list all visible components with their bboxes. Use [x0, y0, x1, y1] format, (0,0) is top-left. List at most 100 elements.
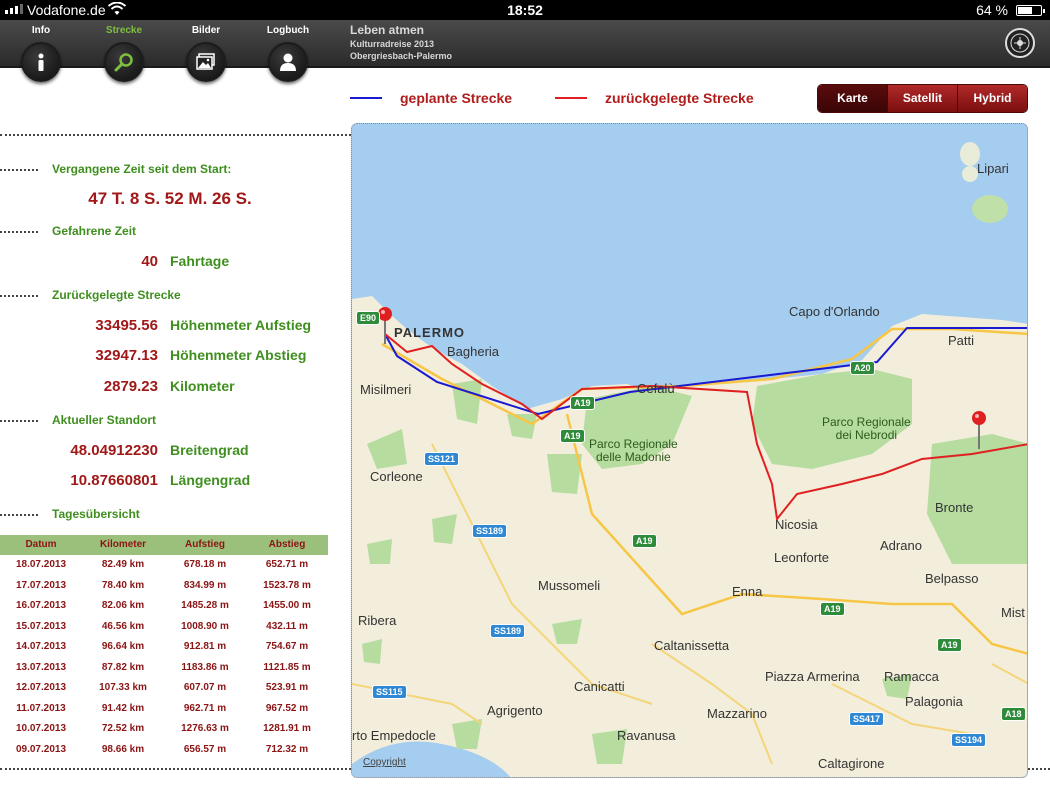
map-label: Patti [948, 333, 975, 348]
cell-date: 10.07.2013 [15, 723, 67, 734]
road-shield: A19 [820, 602, 845, 616]
status-bar: Vodafone.de 18:52 64 % [0, 0, 1050, 20]
table-body: 18.07.2013 82.49 km 678.18 m 652.71 m 17.07.… [0, 555, 328, 760]
map-type-satellit[interactable]: Satellit [887, 85, 957, 112]
map-label: Caltanissetta [654, 638, 730, 653]
cell-descent: 967.52 m [265, 702, 309, 714]
cell-date: 12.07.2013 [15, 682, 67, 693]
cell-ascent: 962.71 m [183, 702, 227, 714]
cell-date: 15.07.2013 [15, 620, 67, 632]
col-aufstieg: Aufstieg [185, 539, 225, 550]
cell-km: 107.33 km [99, 682, 147, 693]
map-label: Leonforte [774, 550, 829, 565]
person-icon [268, 42, 308, 82]
road-shield: SS189 [472, 524, 508, 538]
map-label: Enna [732, 584, 763, 599]
latitude-value: 48.04912230 [70, 442, 158, 459]
tab-strecke[interactable]: Strecke [89, 20, 159, 90]
cell-km: 82.06 km [101, 600, 145, 611]
daily-table: Datum Kilometer Aufstieg Abstieg 18.07.2… [0, 535, 328, 760]
cell-descent: 1455.00 m [263, 600, 311, 611]
ascent-row: 33495.56 Höhenmeter Aufstieg [0, 317, 340, 337]
col-kilometer: Kilometer [99, 539, 147, 550]
map-label: Adrano [880, 538, 922, 553]
cell-descent: 523.91 m [265, 682, 309, 693]
table-row: 10.07.2013 72.52 km 1276.63 m 1281.91 m [0, 719, 328, 740]
tab-logbuch[interactable]: Logbuch [253, 20, 323, 90]
col-datum: Datum [25, 539, 57, 550]
longitude-value: 10.87660801 [70, 472, 158, 489]
cell-ascent: 912.81 m [183, 641, 227, 652]
legend-traveled-label: zurückgelegte Strecke [605, 90, 754, 106]
descent-unit: Höhenmeter Abstieg [170, 347, 307, 363]
map-type-karte[interactable]: Karte [818, 85, 887, 112]
cell-ascent: 1485.28 m [181, 600, 229, 611]
map-label: Ravanusa [617, 728, 676, 743]
road-shield: A19 [570, 396, 595, 410]
ascent-value: 33495.56 [95, 317, 158, 334]
map-type-segmented-control: Karte Satellit Hybrid [817, 84, 1028, 113]
cell-km: 72.52 km [101, 723, 145, 734]
descent-row: 32947.13 Höhenmeter Abstieg [0, 347, 340, 367]
battery-percent: 64 % [976, 2, 1008, 18]
cell-km: 98.66 km [101, 743, 145, 755]
cell-ascent: 1183.86 m [181, 661, 229, 673]
col-abstieg: Abstieg [268, 539, 306, 550]
road-shield: A19 [632, 534, 657, 548]
driven-row: 40 Fahrtage [0, 253, 340, 273]
trip-route: Obergriesbach-Palermo [350, 51, 453, 61]
trip-subtitle: Kulturradreise 2013 [350, 39, 435, 49]
map-label: rto Empedocle [352, 728, 436, 743]
route-map[interactable]: Lipari Capo d'Orlando PALERMO Patti Bagh… [351, 123, 1028, 778]
road-shield: E90 [356, 311, 381, 325]
legend-planned-label: geplante Strecke [400, 90, 513, 106]
cell-descent: 1281.91 m [263, 723, 311, 734]
map-label: Belpasso [925, 571, 979, 586]
longitude-row: 10.87660801 Längengrad [0, 472, 340, 492]
ascent-unit: Höhenmeter Aufstieg [170, 317, 312, 333]
tab-logbuch-label: Logbuch [266, 25, 310, 36]
cell-descent: 1121.85 m [263, 661, 311, 673]
road-shield: SS417 [849, 712, 885, 726]
cell-km: 91.42 km [101, 702, 145, 714]
map-park-label: Parco Regionale delle Madonie [589, 437, 678, 464]
table-row: 18.07.2013 82.49 km 678.18 m 652.71 m [0, 555, 328, 576]
cell-descent: 712.32 m [265, 743, 309, 755]
km-value: 2879.23 [103, 378, 158, 395]
latitude-row: 48.04912230 Breitengrad [0, 442, 340, 462]
cell-descent: 754.67 m [265, 641, 309, 652]
cell-date: 09.07.2013 [15, 743, 67, 755]
map-label: Misilmeri [360, 382, 412, 397]
map-label: Palagonia [905, 694, 963, 709]
map-label: Lipari [977, 161, 1009, 176]
road-shield: SS115 [372, 685, 407, 699]
cell-date: 14.07.2013 [15, 641, 67, 652]
table-row: 15.07.2013 46.56 km 1008.90 m 432.11 m [0, 617, 328, 638]
divider [0, 768, 351, 770]
map-label: Bagheria [447, 344, 500, 359]
cell-km: 96.64 km [101, 641, 145, 652]
copyright-link[interactable]: Copyright [363, 757, 406, 768]
cell-date: 17.07.2013 [15, 579, 67, 591]
tab-info[interactable]: Info [6, 20, 76, 90]
map-label: Mist [1001, 605, 1025, 620]
cell-ascent: 1008.90 m [181, 620, 229, 632]
cell-km: 46.56 km [101, 620, 145, 632]
cell-km: 87.82 km [101, 661, 145, 673]
divider [0, 134, 351, 136]
map-label: Ribera [358, 613, 397, 628]
map-label: Piazza Armerina [765, 669, 860, 684]
info-icon [21, 42, 61, 82]
cell-ascent: 607.07 m [183, 682, 227, 693]
map-label: Agrigento [487, 703, 543, 718]
road-shield: A19 [937, 638, 962, 652]
road-shield: A18 [1001, 707, 1026, 721]
battery-icon [1016, 5, 1045, 16]
map-label: Nicosia [775, 517, 818, 532]
table-row: 14.07.2013 96.64 km 912.81 m 754.67 m [0, 637, 328, 658]
map-type-hybrid[interactable]: Hybrid [957, 85, 1027, 112]
road-shield: A19 [560, 429, 585, 443]
road-shield: SS189 [490, 624, 526, 638]
tab-bilder[interactable]: Bilder [171, 20, 241, 90]
km-unit: Kilometer [170, 378, 235, 394]
